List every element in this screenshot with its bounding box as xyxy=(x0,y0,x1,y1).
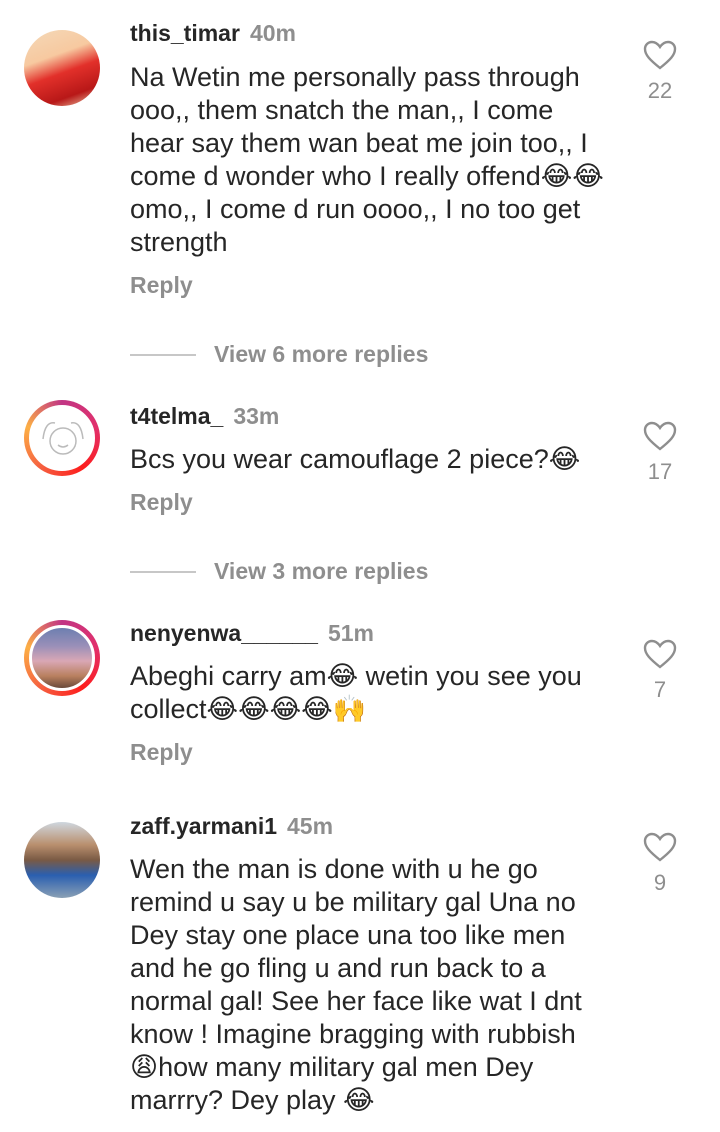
divider xyxy=(130,570,196,573)
view-more-replies[interactable]: View 3 more replies xyxy=(130,558,428,585)
comment-text: Na Wetin me personally pass through ooo,… xyxy=(130,62,604,257)
like-count: 17 xyxy=(647,459,673,484)
comment-text: Abeghi carry am😂 wetin you see you colle… xyxy=(130,661,582,724)
face-sketch-icon xyxy=(42,422,84,455)
reply-button[interactable]: Reply xyxy=(130,489,193,516)
comment-text: Wen the man is done with u he go remind … xyxy=(130,854,582,1115)
username[interactable]: zaff.yarmani1 xyxy=(130,813,277,839)
like-button[interactable]: 17 xyxy=(640,421,680,485)
view-more-replies[interactable]: View 6 more replies xyxy=(130,341,428,368)
view-more-replies-label[interactable]: View 6 more replies xyxy=(214,341,428,368)
reply-button[interactable]: Reply xyxy=(130,272,193,299)
heart-icon[interactable] xyxy=(643,832,677,862)
like-button[interactable]: 22 xyxy=(640,40,680,104)
like-button[interactable]: 9 xyxy=(640,832,680,896)
heart-icon[interactable] xyxy=(643,639,677,669)
like-button[interactable]: 7 xyxy=(640,639,680,703)
username[interactable]: this_timar xyxy=(130,20,240,46)
like-count: 9 xyxy=(653,870,667,895)
comment-text: Bcs you wear camouflage 2 piece?😂 xyxy=(130,444,581,474)
username[interactable]: t4telma_ xyxy=(130,403,223,429)
timestamp: 33m xyxy=(233,403,280,429)
divider xyxy=(130,353,196,356)
view-more-replies-label[interactable]: View 3 more replies xyxy=(214,558,428,585)
avatar[interactable] xyxy=(24,620,100,696)
username[interactable]: nenyenwa______ xyxy=(130,620,318,646)
timestamp: 45m xyxy=(287,813,334,839)
avatar[interactable] xyxy=(24,400,100,476)
reply-button[interactable]: Reply xyxy=(130,739,193,766)
timestamp: 40m xyxy=(249,20,296,46)
avatar[interactable] xyxy=(24,30,100,106)
avatar[interactable] xyxy=(24,822,100,898)
timestamp: 51m xyxy=(327,620,374,646)
like-count: 22 xyxy=(647,78,673,103)
heart-icon[interactable] xyxy=(643,421,677,451)
like-count: 7 xyxy=(653,677,667,702)
heart-icon[interactable] xyxy=(643,40,677,70)
